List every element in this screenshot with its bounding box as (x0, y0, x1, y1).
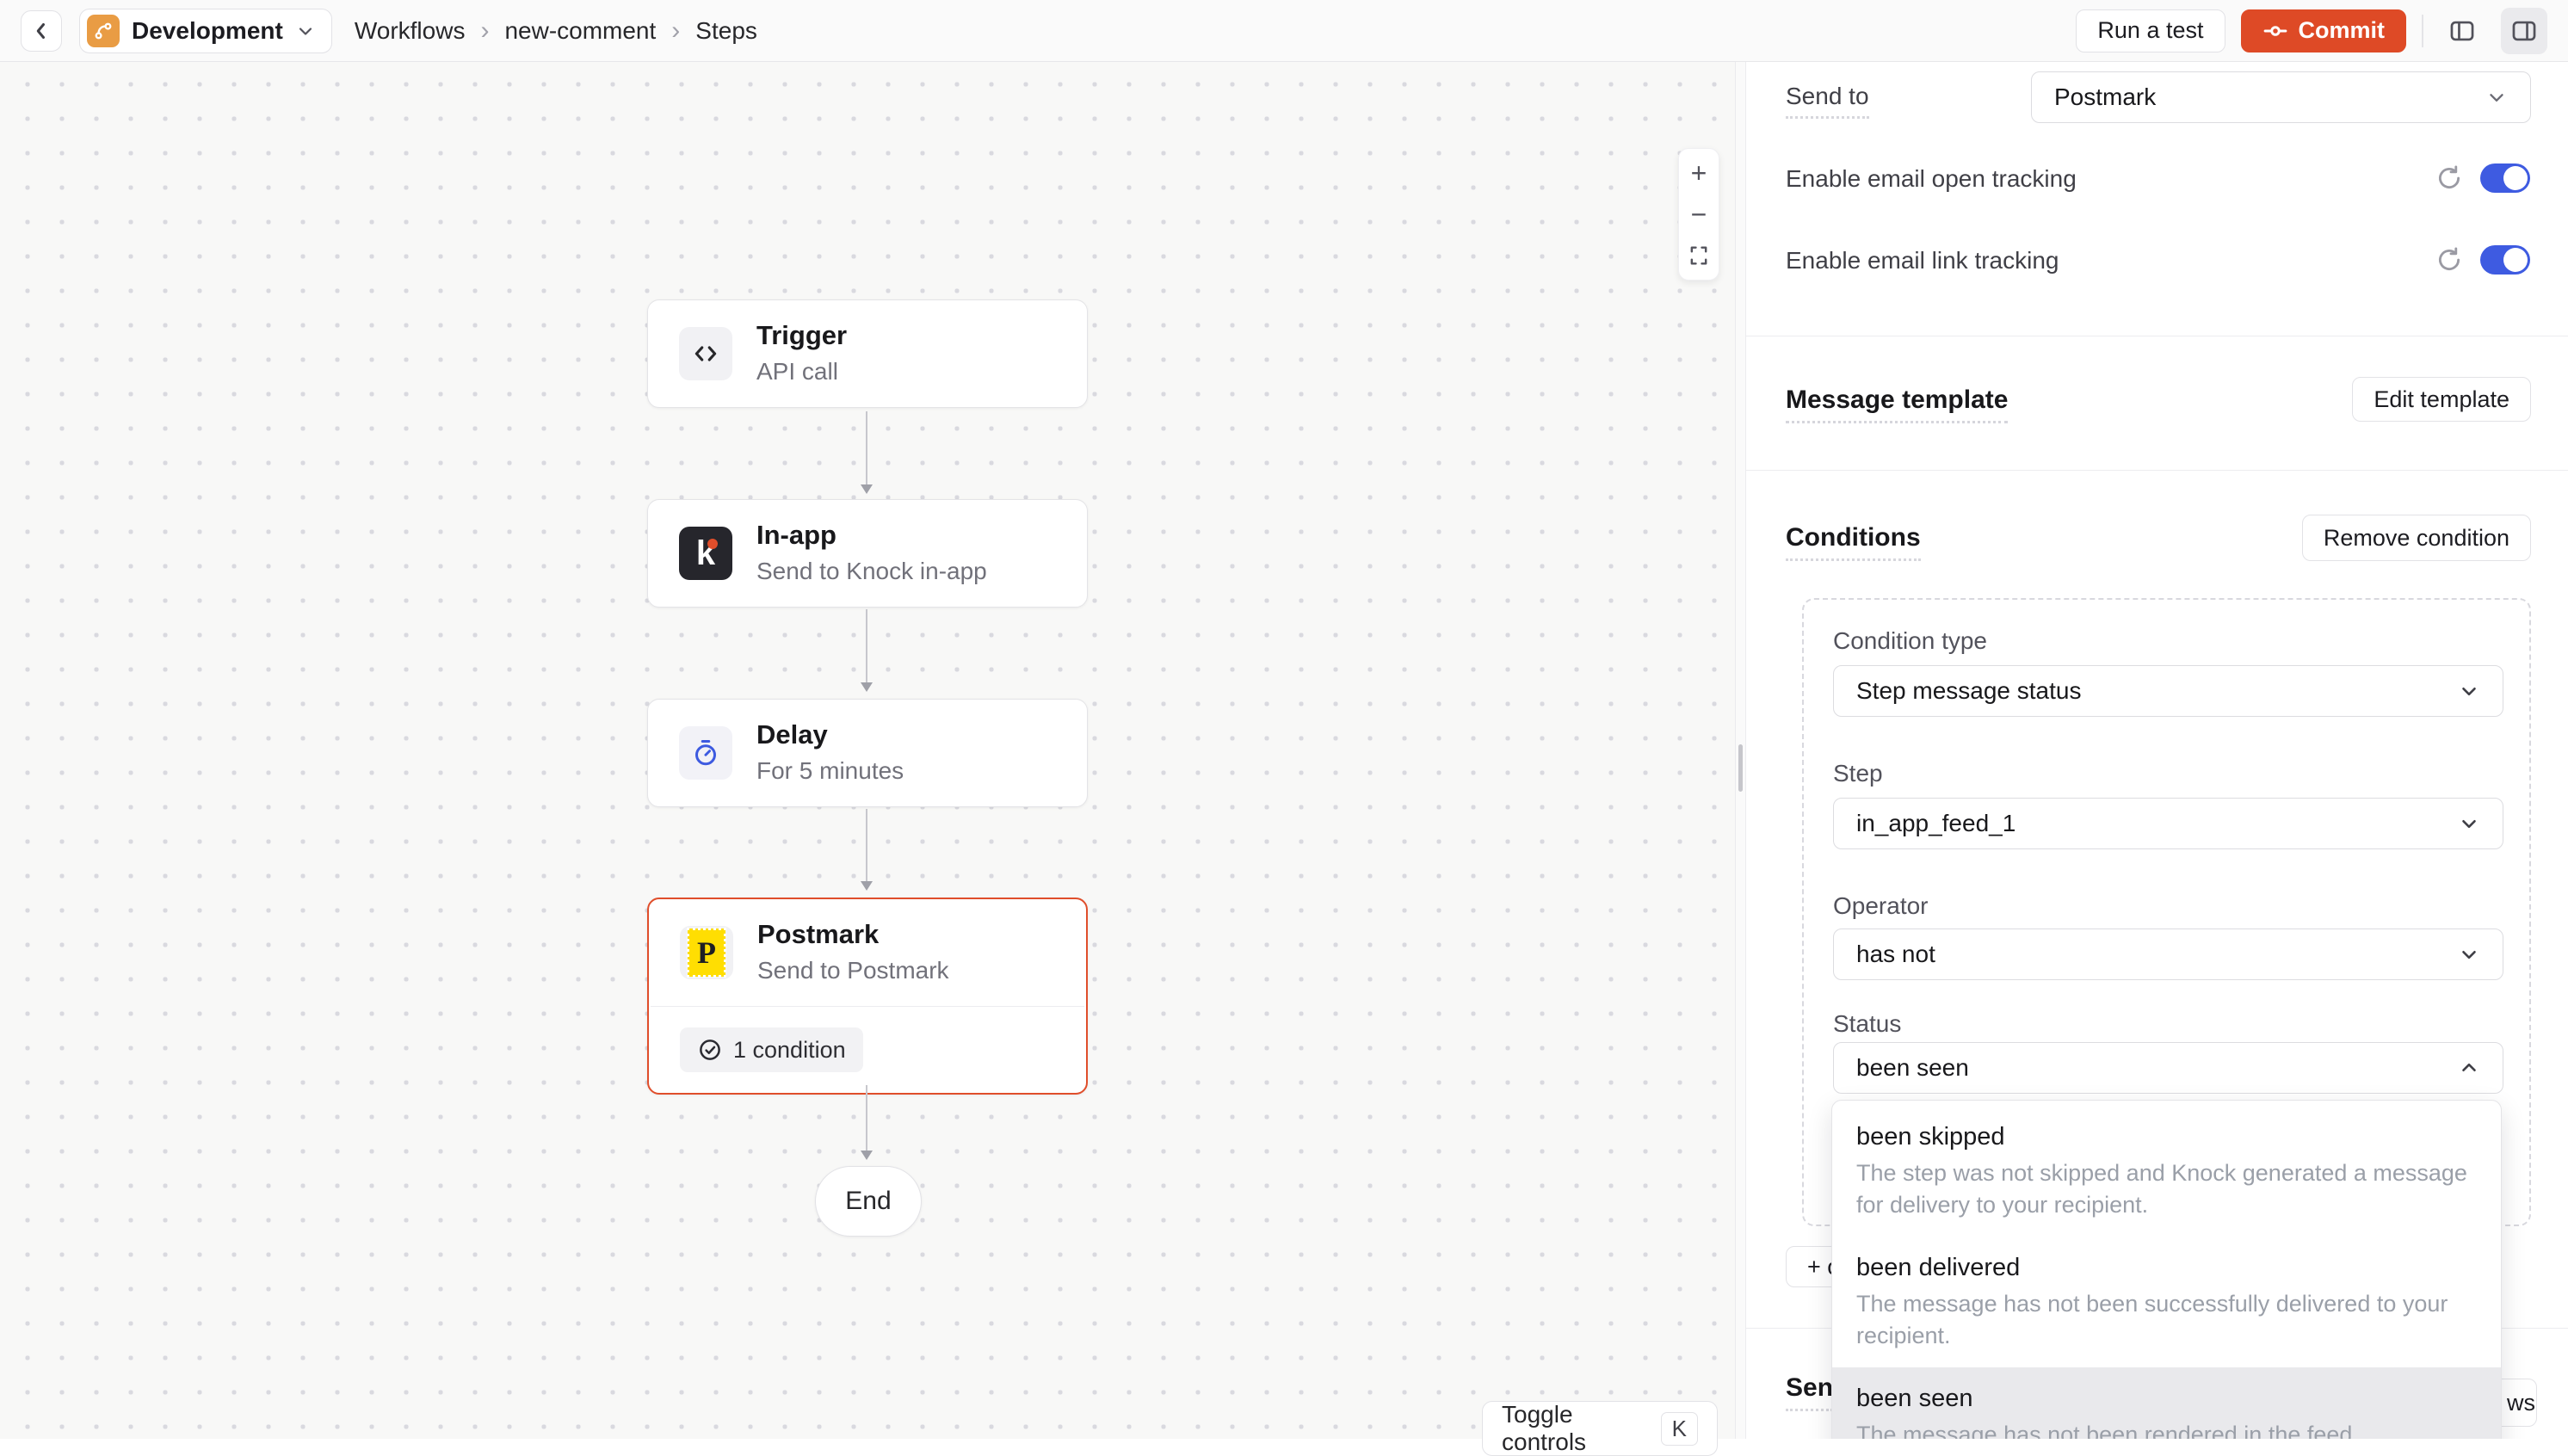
zoom-controls: + − (1678, 148, 1719, 281)
keyboard-shortcut-badge: K (1661, 1412, 1698, 1446)
zoom-in-button[interactable]: + (1678, 152, 1719, 194)
send-to-label: Send to (1786, 83, 1869, 119)
breadcrumb: Workflows › new-comment › Steps (355, 16, 757, 46)
chevron-left-icon (28, 18, 54, 44)
node-title: In-app (756, 519, 987, 552)
node-subtitle: API call (756, 356, 847, 387)
status-select[interactable]: been seen (1833, 1042, 2503, 1094)
status-label: Status (1833, 1010, 1901, 1038)
environment-label: Development (132, 17, 283, 45)
breadcrumb-steps[interactable]: Steps (695, 17, 757, 45)
right-panel-toggle-button[interactable] (2501, 8, 2547, 54)
dropdown-option-been-seen[interactable]: been seen The message has not been rende… (1832, 1367, 2501, 1439)
panel-resize-handle[interactable] (1738, 744, 1743, 792)
stopwatch-icon (679, 726, 732, 780)
end-node: End (815, 1166, 922, 1237)
send-to-select[interactable]: Postmark (2031, 71, 2531, 123)
open-tracking-toggle[interactable] (2480, 163, 2530, 193)
left-panel-icon (2448, 16, 2477, 46)
remove-condition-button[interactable]: Remove condition (2302, 515, 2531, 561)
node-title: Postmark (757, 918, 949, 952)
status-dropdown-menu: been skipped The step was not skipped an… (1831, 1100, 2502, 1439)
node-postmark[interactable]: P Postmark Send to Postmark 1 condition (647, 898, 1088, 1095)
top-bar: Development Workflows › new-comment › St… (0, 0, 2568, 62)
breadcrumb-separator: › (671, 16, 680, 46)
workflow-branch-icon (87, 15, 120, 47)
node-trigger[interactable]: Trigger API call (647, 299, 1088, 408)
sync-icon (2435, 163, 2464, 193)
chevron-down-icon (295, 21, 316, 41)
panel-gutter (1736, 62, 1746, 1439)
fullscreen-icon (1687, 244, 1711, 268)
toggle-controls-button[interactable]: Toggle controls K (1482, 1401, 1718, 1456)
zoom-out-button[interactable]: − (1678, 194, 1719, 235)
node-title: Delay (756, 719, 904, 752)
node-subtitle: Send to Knock in-app (756, 556, 987, 587)
condition-count-badge: 1 condition (680, 1027, 863, 1072)
operator-select[interactable]: has not (1833, 929, 2503, 980)
dropdown-option-been-delivered[interactable]: been delivered The message has not been … (1832, 1237, 2501, 1367)
sync-icon (2435, 245, 2464, 275)
run-a-test-button[interactable]: Run a test (2076, 9, 2225, 52)
connector-arrow (866, 809, 867, 887)
workflow-canvas[interactable]: + − Trigger API call k In-app (0, 62, 1736, 1439)
edit-template-button[interactable]: Edit template (2352, 377, 2531, 422)
condition-type-label: Condition type (1833, 627, 1987, 655)
chevron-down-icon (2458, 680, 2480, 702)
postmark-logo-icon: P (680, 926, 733, 979)
chevron-up-icon (2458, 1057, 2480, 1079)
left-panel-toggle-button[interactable] (2439, 8, 2485, 54)
node-delay[interactable]: Delay For 5 minutes (647, 699, 1088, 807)
step-select[interactable]: in_app_feed_1 (1833, 798, 2503, 849)
breadcrumb-separator: › (480, 16, 489, 46)
back-button[interactable] (21, 10, 62, 52)
section-divider (1746, 470, 2568, 471)
step-label: Step (1833, 760, 1883, 787)
node-in-app[interactable]: k In-app Send to Knock in-app (647, 499, 1088, 608)
breadcrumb-workflow-name[interactable]: new-comment (504, 17, 656, 45)
connector-arrow (866, 411, 867, 490)
node-subtitle: Send to Postmark (757, 955, 949, 986)
right-panel-icon (2509, 16, 2539, 46)
environment-switcher[interactable]: Development (79, 9, 332, 53)
message-template-heading: Message template (1786, 386, 2008, 423)
link-tracking-label: Enable email link tracking (1786, 247, 2059, 275)
chevron-down-icon (2458, 943, 2480, 966)
dropdown-option-been-skipped[interactable]: been skipped The step was not skipped an… (1832, 1106, 2501, 1237)
condition-type-select[interactable]: Step message status (1833, 665, 2503, 717)
link-tracking-toggle[interactable] (2480, 245, 2530, 275)
connector-arrow (866, 609, 867, 688)
open-tracking-label: Enable email open tracking (1786, 165, 2077, 193)
code-icon (679, 327, 732, 380)
conditions-heading: Conditions (1786, 523, 1921, 561)
commit-icon (2262, 18, 2288, 44)
step-settings-panel: Send to Postmark Enable email open track… (1746, 62, 2568, 1439)
commit-button[interactable]: Commit (2241, 9, 2407, 52)
knock-logo-icon: k (679, 527, 732, 580)
header-divider (2422, 15, 2423, 47)
send-windows-heading-partial: Sen (1786, 1373, 1833, 1411)
chevron-down-icon (2485, 86, 2508, 108)
connector-arrow (866, 1085, 867, 1157)
node-title: Trigger (756, 319, 847, 353)
check-circle-icon (697, 1037, 723, 1063)
node-divider (651, 1006, 1084, 1007)
node-subtitle: For 5 minutes (756, 756, 904, 787)
breadcrumb-workflows[interactable]: Workflows (355, 17, 466, 45)
operator-label: Operator (1833, 892, 1929, 920)
chevron-down-icon (2458, 812, 2480, 835)
fit-view-button[interactable] (1678, 235, 1719, 276)
